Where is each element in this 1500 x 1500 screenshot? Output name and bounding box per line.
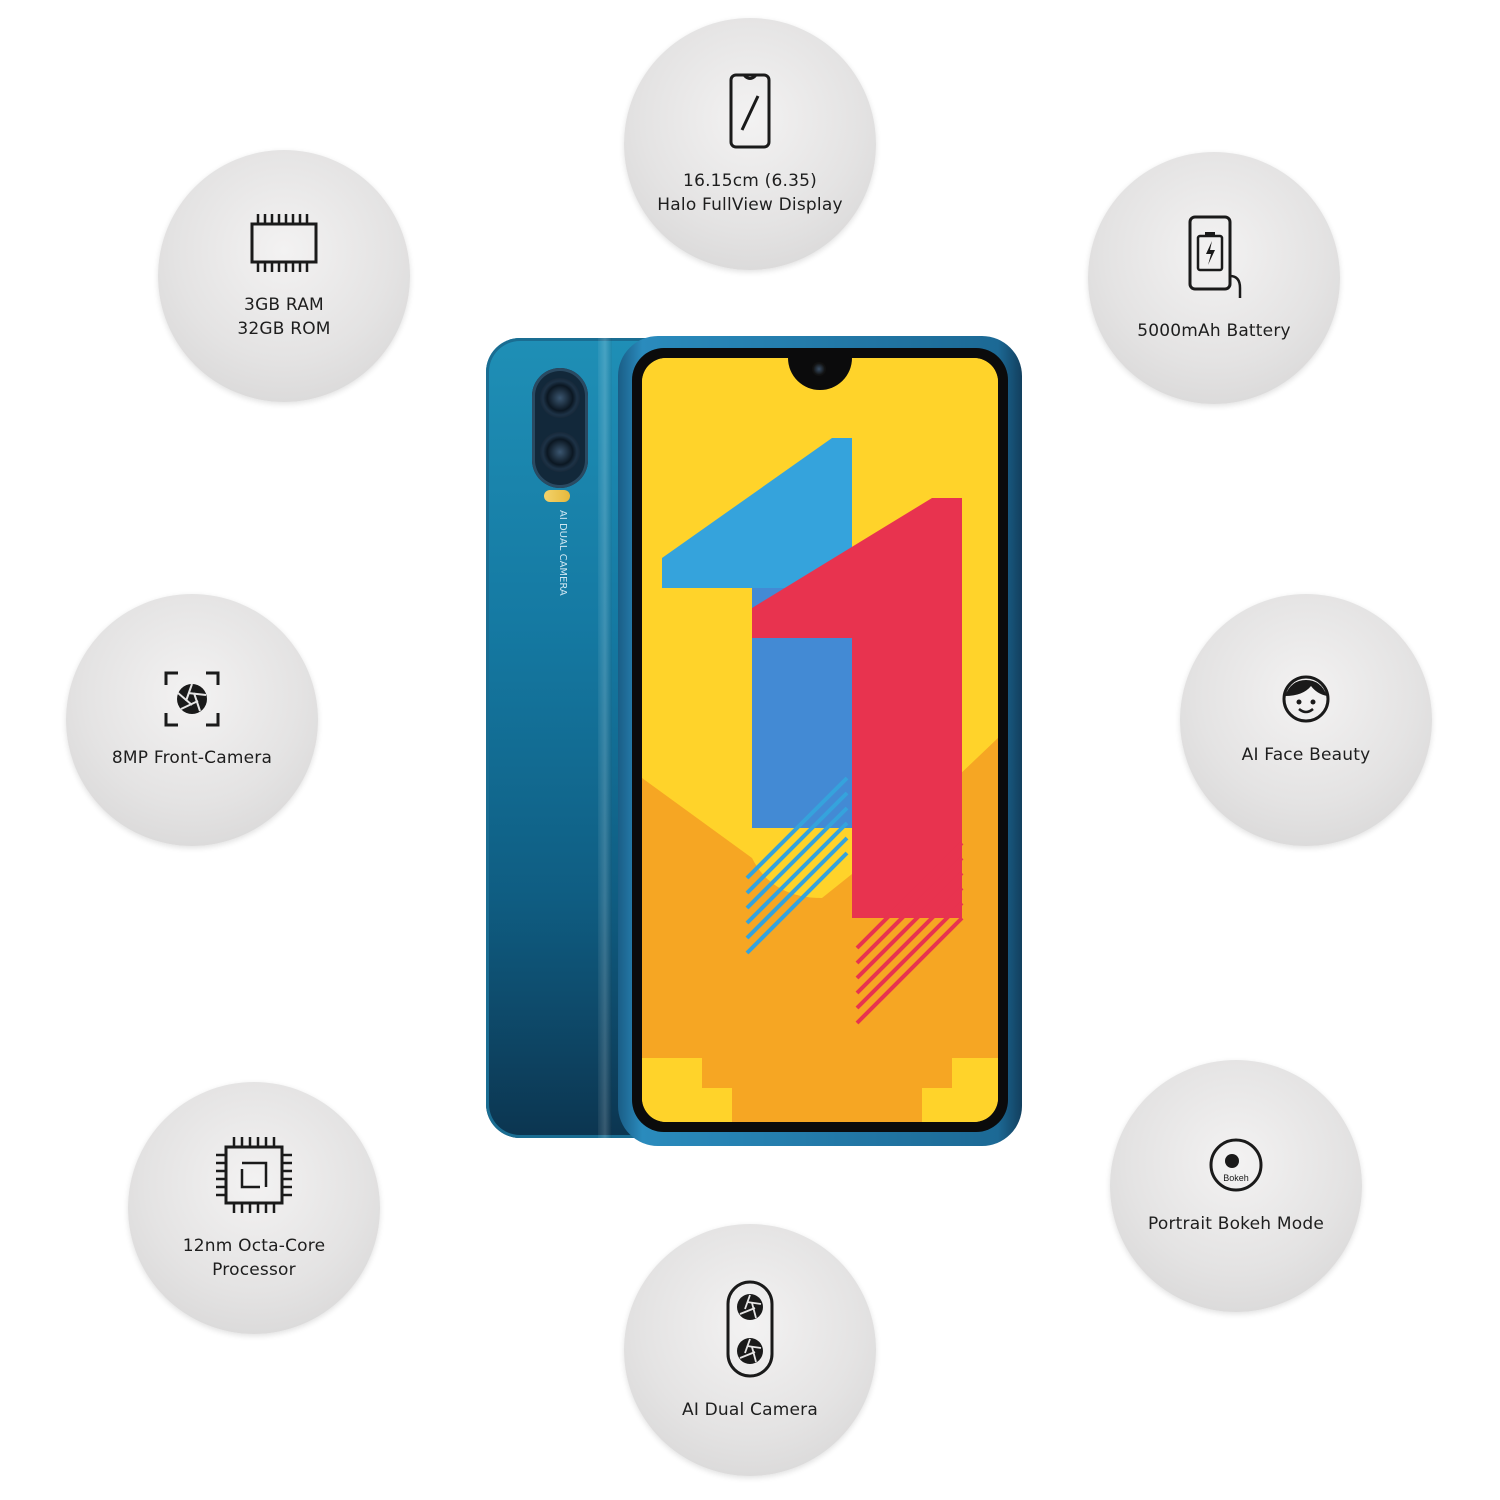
feature-battery: 5000mAh Battery — [1088, 152, 1340, 404]
feature-label: 12nm Octa-Core Processor — [182, 1235, 326, 1280]
phone-screen — [642, 358, 998, 1122]
aperture-icon — [164, 671, 220, 732]
feature-face-beauty: AI Face Beauty — [1180, 594, 1432, 846]
bokeh-icon-text: Bokeh — [1223, 1173, 1249, 1183]
phone-bezel — [632, 348, 1008, 1132]
feature-label: 8MP Front-Camera — [111, 747, 273, 768]
face-icon — [1281, 674, 1331, 729]
phone-ridge — [598, 338, 612, 1138]
bokeh-icon: Bokeh — [1208, 1137, 1264, 1198]
front-camera-lens — [812, 362, 826, 376]
feature-bokeh: Bokeh Portrait Bokeh Mode — [1110, 1060, 1362, 1312]
wallpaper-art — [642, 358, 998, 1122]
feature-dual-camera: AI Dual Camera — [624, 1224, 876, 1476]
phone-front — [618, 336, 1022, 1146]
dual-camera-icon — [724, 1279, 776, 1384]
feature-front-camera: 8MP Front-Camera — [66, 594, 318, 846]
feature-label: 5000mAh Battery — [1137, 320, 1291, 341]
processor-chip-icon — [214, 1135, 294, 1220]
feature-display: 16.15cm (6.35) Halo FullView Display — [624, 18, 876, 270]
phone-back-text: AI DUAL CAMERA — [557, 510, 568, 596]
memory-chip-icon — [248, 212, 320, 279]
flash-led — [544, 490, 570, 502]
rear-camera-lens — [540, 432, 580, 472]
feature-label: 3GB RAM 32GB ROM — [237, 294, 331, 339]
battery-icon — [1186, 214, 1242, 305]
feature-label: 16.15cm (6.35) Halo FullView Display — [657, 170, 843, 215]
feature-memory: 3GB RAM 32GB ROM — [158, 150, 410, 402]
feature-label: Portrait Bokeh Mode — [1148, 1213, 1324, 1234]
feature-processor: 12nm Octa-Core Processor — [128, 1082, 380, 1334]
rear-camera-lens — [540, 378, 580, 418]
feature-label: AI Dual Camera — [682, 1399, 818, 1420]
rear-camera-module — [532, 368, 588, 488]
feature-label: AI Face Beauty — [1241, 744, 1371, 765]
phone-display-icon — [728, 72, 772, 155]
